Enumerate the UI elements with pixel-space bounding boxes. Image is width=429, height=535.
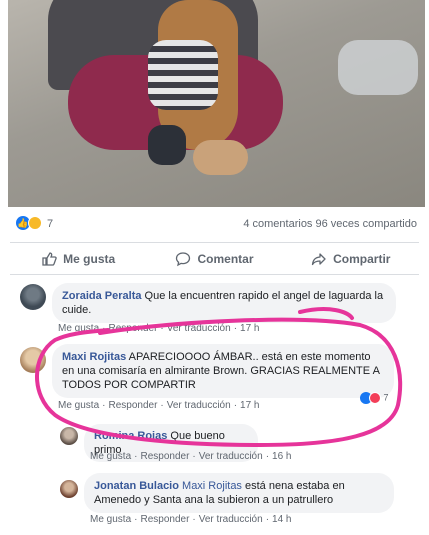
- avatar[interactable]: [60, 427, 78, 445]
- comment-actions: Me gusta · Responder · Ver traducción · 14 h: [90, 514, 292, 525]
- like-label: Me gusta: [63, 251, 116, 266]
- reaction-count[interactable]: 7: [47, 218, 53, 230]
- comment-time[interactable]: 14 h: [272, 514, 291, 525]
- comment-author[interactable]: Maxi Rojitas: [62, 351, 126, 363]
- comment-actions: Me gusta · Responder · Ver traducción · 17 h: [58, 400, 260, 411]
- photo-shoe: [148, 125, 186, 165]
- avatar[interactable]: [60, 480, 78, 498]
- comment-translate-link[interactable]: Ver traducción: [167, 400, 231, 411]
- comment-actions: Me gusta · Responder · Ver traducción · 16 h: [90, 451, 292, 462]
- comment-time[interactable]: 17 h: [240, 323, 259, 334]
- photo-dog-shirt: [148, 40, 218, 110]
- comment-button[interactable]: Comentar: [146, 243, 282, 274]
- comment-bubble: Jonatan Bulacio Maxi Rojitas está nena e…: [84, 473, 394, 513]
- comments-shares-count[interactable]: 4 comentarios 96 veces compartido: [243, 218, 417, 230]
- share-arrow-icon: [311, 252, 326, 265]
- comment-label: Comentar: [197, 251, 254, 266]
- comment-actions: Me gusta · Responder · Ver traducción · 17 h: [58, 323, 260, 334]
- avatar[interactable]: [20, 347, 46, 373]
- speech-bubble-icon: [176, 251, 191, 266]
- comment-translate-link[interactable]: Ver traducción: [199, 451, 263, 462]
- post-stats: 👍 7 4 comentarios 96 veces compartido: [16, 214, 417, 234]
- comment-bubble: Zoraida Peralta Que la encuentren rapido…: [52, 283, 396, 323]
- comment-author[interactable]: Jonatan Bulacio: [94, 480, 179, 492]
- comment-reply-link[interactable]: Responder: [108, 323, 157, 334]
- comment-like-link[interactable]: Me gusta: [90, 514, 131, 525]
- sad-reaction-icon[interactable]: [28, 216, 42, 230]
- comment-translate-link[interactable]: Ver traducción: [167, 323, 231, 334]
- comment-author[interactable]: Romina Rojas: [94, 430, 167, 442]
- like-button[interactable]: Me gusta: [10, 243, 146, 274]
- comment-mention[interactable]: Maxi Rojitas: [182, 480, 242, 492]
- post-actions-bar: Me gusta Comentar Compartir: [10, 242, 419, 275]
- comment-time[interactable]: 16 h: [272, 451, 291, 462]
- share-label: Compartir: [333, 251, 391, 266]
- comment-reply-link[interactable]: Responder: [140, 451, 189, 462]
- share-button[interactable]: Compartir: [283, 243, 419, 274]
- comment-bubble: Maxi Rojitas APARECIOOOO ÁMBAR.. está en…: [52, 344, 394, 398]
- comment-like-link[interactable]: Me gusta: [58, 400, 99, 411]
- comment-like-link[interactable]: Me gusta: [90, 451, 131, 462]
- comment-like-link[interactable]: Me gusta: [58, 323, 99, 334]
- comment-translate-link[interactable]: Ver traducción: [199, 514, 263, 525]
- photo-paw: [193, 140, 248, 175]
- comment-reply-link[interactable]: Responder: [140, 514, 189, 525]
- love-reaction-icon: [369, 392, 381, 404]
- thumbs-up-icon: [42, 251, 57, 266]
- comment-reply-link[interactable]: Responder: [108, 400, 157, 411]
- photo-bag: [338, 40, 418, 95]
- comment-reactions[interactable]: 7: [360, 392, 389, 404]
- comment-author[interactable]: Zoraida Peralta: [62, 290, 141, 302]
- comment-reaction-count: 7: [383, 392, 389, 403]
- comment-time[interactable]: 17 h: [240, 400, 259, 411]
- post-photo[interactable]: [8, 0, 425, 207]
- avatar[interactable]: [20, 284, 46, 310]
